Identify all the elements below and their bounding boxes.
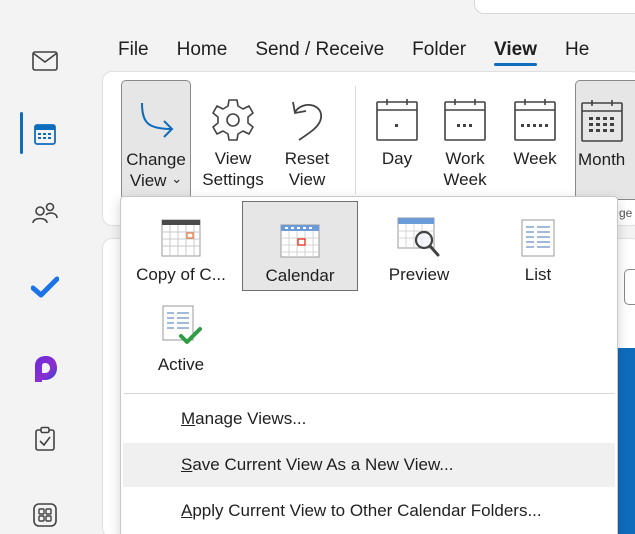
reset-view-button[interactable]: Reset View [275, 80, 339, 200]
change-view-label-1: Change [126, 150, 186, 169]
save-view-as-new-item[interactable]: Save Current View As a New View... [123, 443, 615, 487]
view-settings-label-1: View [214, 149, 252, 168]
dropdown-separator [124, 393, 614, 394]
reset-view-label-2: View [288, 170, 326, 189]
change-view-icon [134, 81, 178, 143]
calendar-icon [280, 208, 320, 258]
active-indicator [20, 112, 23, 154]
manage-views-label: anage Views... [195, 409, 307, 428]
manage-views-item[interactable]: Manage Views... [123, 397, 615, 441]
view-preview-label: Preview [388, 265, 450, 284]
menu-tabs: File Home Send / Receive Folder View He [104, 36, 603, 72]
change-view-label-2-wrap: View ⌄ [130, 170, 182, 192]
pane-input-edge[interactable] [624, 269, 635, 305]
day-label: Day [381, 149, 413, 168]
day-button[interactable]: Day [369, 80, 425, 200]
view-list[interactable]: List [480, 207, 596, 295]
view-settings-button[interactable]: View Settings [197, 80, 269, 200]
save-view-mnemonic: S [181, 455, 193, 474]
change-view-dropdown: Copy of C... Calendar Preview List Activ… [120, 196, 618, 534]
undo-icon [285, 80, 329, 142]
tab-view[interactable]: View [480, 36, 551, 72]
calendar-icon[interactable] [30, 119, 60, 149]
apply-view-label: pply Current View to Other Calendar Fold… [192, 501, 542, 520]
ribbon-separator [355, 86, 356, 194]
reset-view-label-1: Reset [284, 149, 330, 168]
view-settings-label-2: Settings [202, 170, 264, 189]
change-view-button[interactable]: Change View ⌄ [121, 80, 191, 200]
view-copy-of-calendar[interactable]: Copy of C... [123, 207, 239, 295]
month-button[interactable]: Month [575, 80, 635, 200]
work-week-icon [443, 80, 487, 142]
tab-send-receive[interactable]: Send / Receive [241, 36, 398, 72]
calendar-grid-icon [161, 207, 201, 257]
manage-views-mnemonic: M [181, 409, 196, 428]
view-calendar[interactable]: Calendar [242, 201, 358, 291]
month-label: Month [578, 150, 626, 169]
nav-rail [0, 0, 100, 534]
tab-folder[interactable]: Folder [398, 36, 480, 72]
gear-icon [211, 80, 255, 142]
mail-icon[interactable] [30, 46, 60, 76]
people-icon[interactable] [30, 198, 60, 228]
week-icon [513, 80, 557, 142]
search-box-edge [474, 0, 635, 14]
work-week-label-1: Work [445, 149, 485, 168]
view-list-label: List [524, 265, 552, 284]
calendar-preview-icon [397, 207, 441, 257]
week-button[interactable]: Week [505, 80, 565, 200]
view-calendar-label: Calendar [265, 266, 335, 285]
view-active-label: Active [157, 355, 205, 374]
view-preview[interactable]: Preview [361, 207, 477, 295]
apps-icon[interactable] [30, 500, 60, 530]
month-icon [578, 81, 626, 143]
chevron-down-icon: ⌄ [171, 171, 183, 186]
work-week-button[interactable]: Work Week [435, 80, 495, 200]
loop-icon[interactable] [30, 354, 60, 384]
todo-icon[interactable] [30, 272, 60, 302]
apply-view-to-folders-item[interactable]: Apply Current View to Other Calendar Fol… [123, 489, 615, 533]
apply-view-mnemonic: A [181, 501, 193, 520]
save-view-label: ave Current View As a New View... [192, 455, 454, 474]
work-week-label-2: Week [443, 170, 487, 189]
tab-help[interactable]: He [551, 36, 603, 72]
view-copy-of-calendar-label: Copy of C... [136, 265, 226, 284]
tasks-icon[interactable] [30, 424, 60, 454]
list-icon [518, 207, 558, 257]
day-icon [375, 80, 419, 142]
active-list-icon [159, 297, 203, 347]
tab-file[interactable]: File [104, 36, 163, 72]
tab-home[interactable]: Home [163, 36, 242, 72]
ribbon-group-label: ge [619, 206, 633, 220]
view-active[interactable]: Active [123, 297, 239, 385]
week-label: Week [513, 149, 557, 168]
change-view-label-2: View [129, 171, 167, 190]
